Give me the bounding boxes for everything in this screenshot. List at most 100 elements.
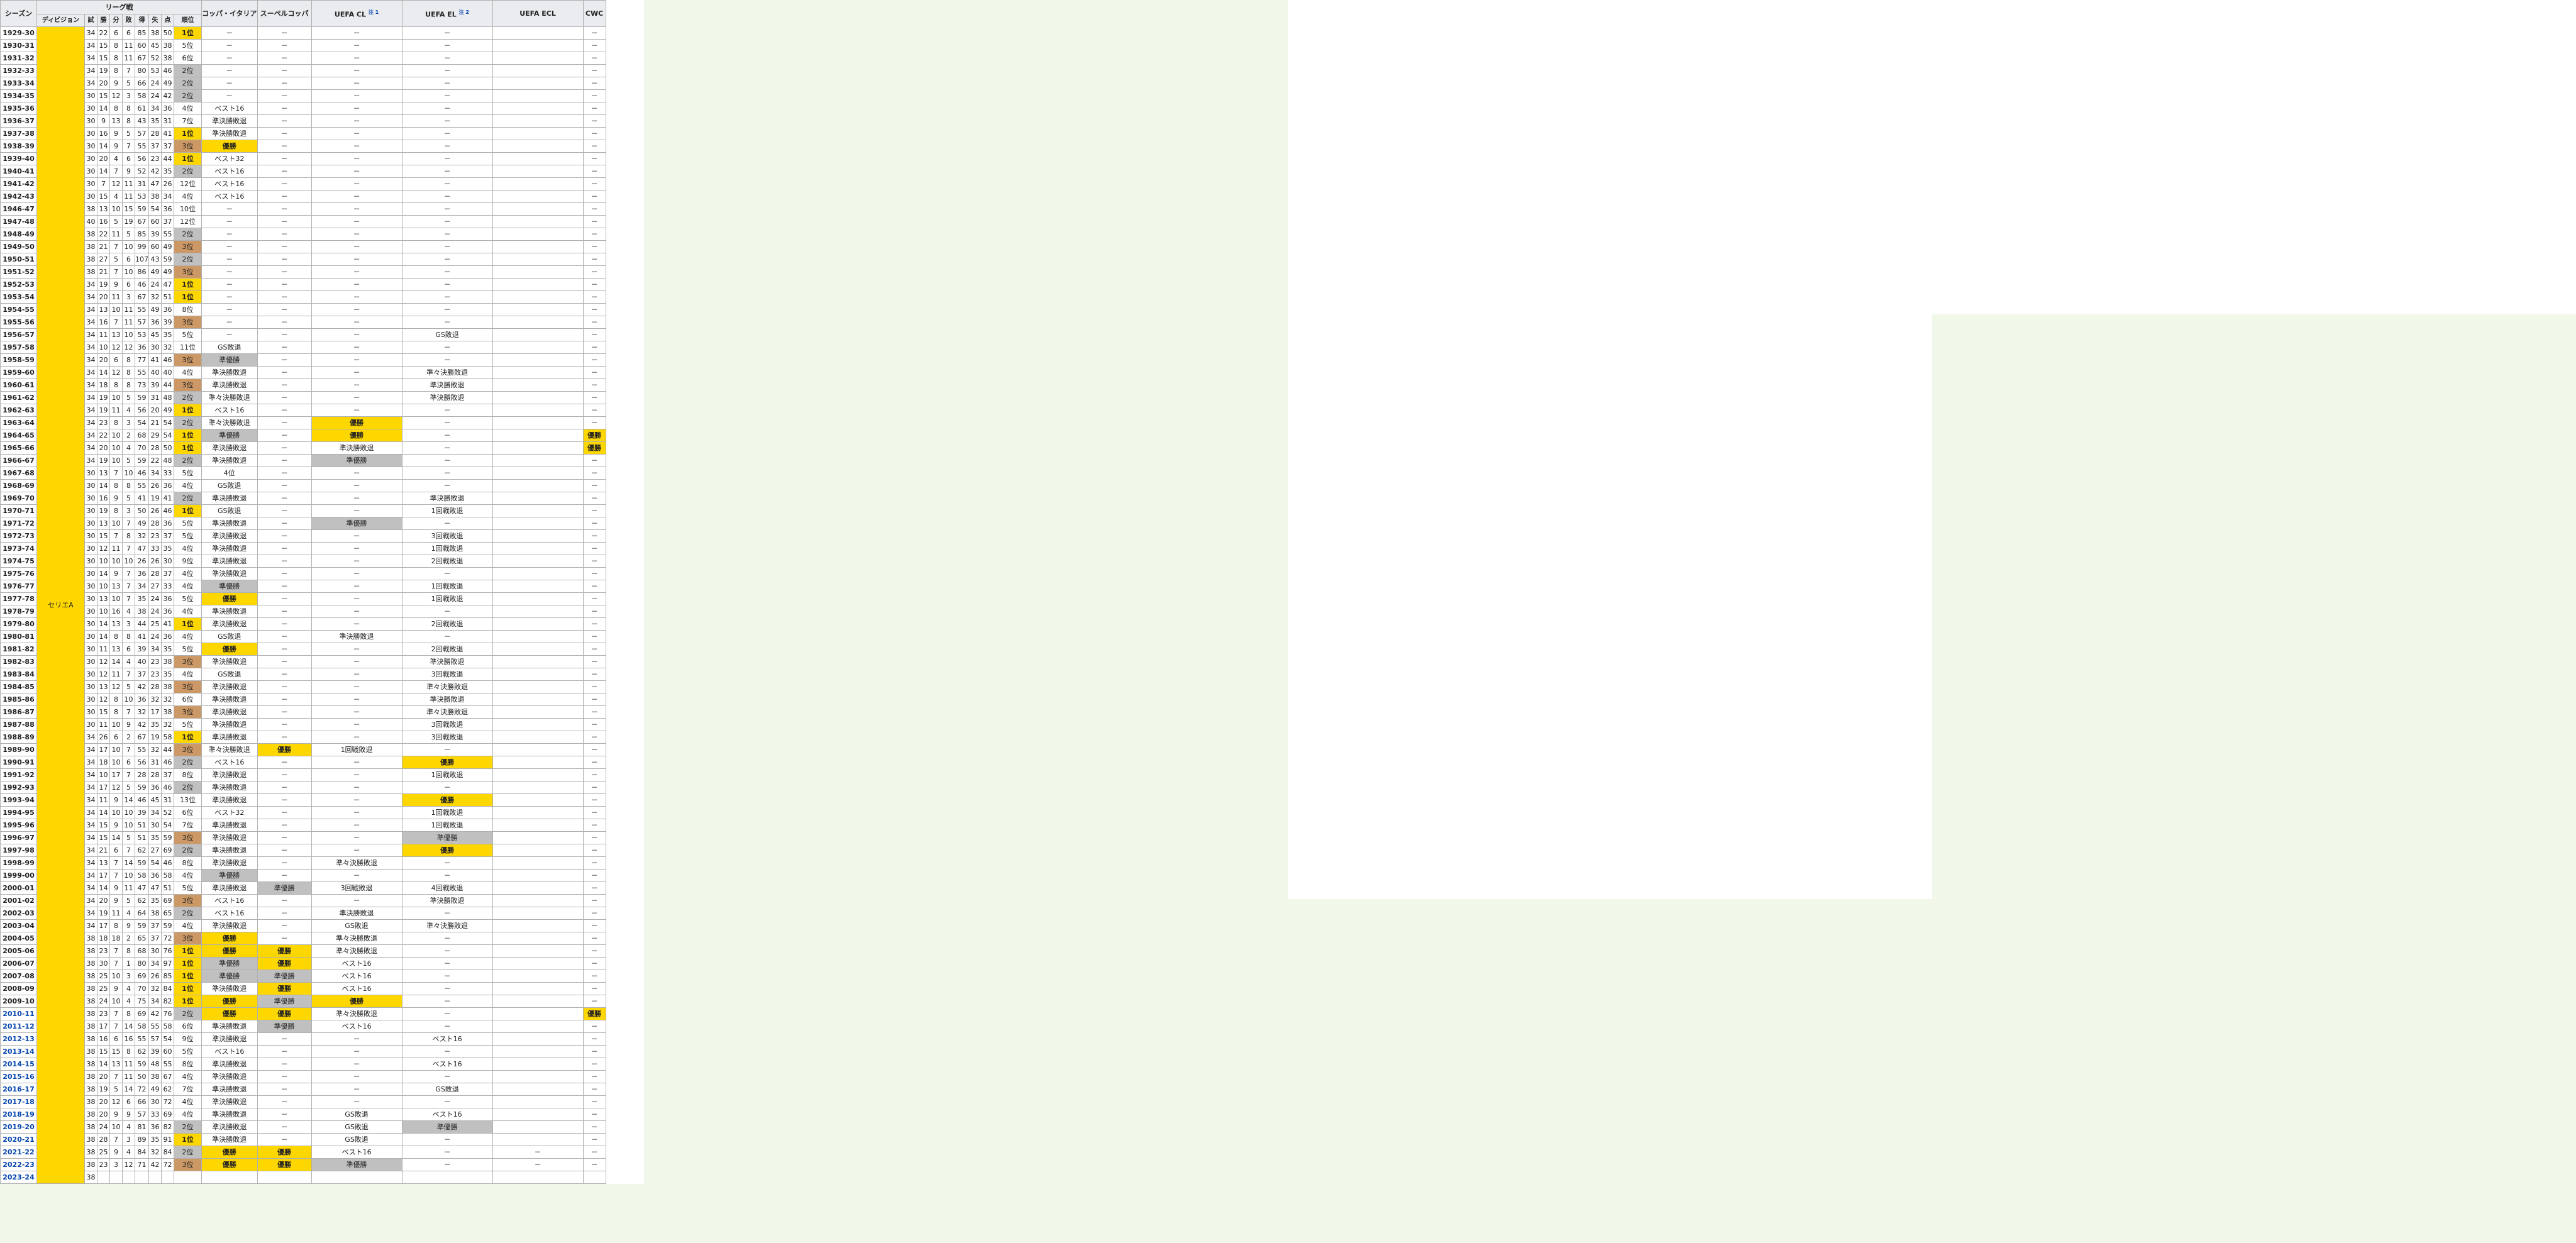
stat-won: 12: [97, 693, 110, 706]
season-cell[interactable]: 2023-24: [0, 1171, 37, 1184]
stat-goals-for: 32: [135, 705, 149, 719]
stat-won: 19: [97, 404, 110, 417]
cwc-result: －: [582, 705, 606, 719]
stat-drawn: 8: [109, 705, 123, 719]
ucl-result: －: [311, 605, 402, 618]
season-cell[interactable]: 2020-21: [0, 1133, 37, 1146]
stat-lost: 6: [122, 1095, 135, 1108]
ucl-result: 準々決勝敗退: [311, 944, 402, 958]
uel-result: －: [401, 869, 493, 882]
stat-points: 48: [161, 391, 174, 404]
stat-played: 30: [84, 567, 97, 580]
stat-drawn: 7: [109, 1070, 123, 1083]
ucl-result: －: [311, 781, 402, 794]
uecl-result: [492, 404, 584, 417]
uel-result: －: [401, 404, 493, 417]
cwc-result: －: [582, 856, 606, 870]
uel-result: －: [401, 982, 493, 995]
uel-result: －: [401, 127, 493, 140]
stat-goals-for: 67: [135, 290, 149, 304]
season-cell: 1996-97: [0, 831, 37, 844]
coppa-result: 準決勝敗退: [201, 366, 258, 379]
season-cell[interactable]: 2017-18: [0, 1095, 37, 1108]
supercoppa-result: －: [257, 768, 312, 782]
uel-result: 1回戦敗退: [401, 768, 493, 782]
ucl-result: －: [311, 680, 402, 693]
table-row: 1998-99 34 13 7 14 59 54 46 8位 準決勝敗退－準々決勝敗退－－: [0, 856, 606, 870]
stat-played: 30: [84, 680, 97, 693]
stat-goals-against: 28: [148, 680, 162, 693]
league-position: 1位: [174, 995, 202, 1008]
league-position: 5位: [174, 467, 202, 480]
season-cell[interactable]: 2018-19: [0, 1108, 37, 1121]
stat-goals-for: 36: [135, 567, 149, 580]
season-cell[interactable]: 2016-17: [0, 1083, 37, 1096]
stat-won: 15: [97, 190, 110, 203]
stat-points: 85: [161, 970, 174, 983]
stat-drawn: 12: [109, 781, 123, 794]
stat-won: 20: [97, 77, 110, 90]
uel-result: 準々決勝敗退: [401, 680, 493, 693]
stat-lost: 9: [122, 919, 135, 932]
stat-lost: 11: [122, 39, 135, 52]
stat-lost: 7: [122, 743, 135, 756]
ucl-result: －: [311, 202, 402, 216]
season-cell[interactable]: 2014-15: [0, 1058, 37, 1071]
stat-lost: 5: [122, 492, 135, 505]
stat-lost: 9: [122, 718, 135, 731]
table-row: 1932-33 34 19 8 7 80 53 46 2位－－－－－: [0, 64, 606, 77]
uecl-result: [492, 693, 584, 706]
supercoppa-result: －: [257, 77, 312, 90]
stat-points: 35: [161, 328, 174, 341]
season-cell: 1972-73: [0, 529, 37, 543]
stat-drawn: 7: [109, 957, 123, 970]
season-cell[interactable]: 2015-16: [0, 1070, 37, 1083]
uel-result: －: [401, 278, 493, 291]
stat-won: 11: [97, 718, 110, 731]
coppa-result: －: [201, 202, 258, 216]
season-cell: 1949-50: [0, 240, 37, 253]
cwc-result: －: [582, 806, 606, 819]
stat-played: 34: [84, 303, 97, 316]
stat-goals-against: 28: [148, 517, 162, 530]
stat-goals-against: 30: [148, 341, 162, 354]
stat-lost: 6: [122, 253, 135, 266]
coppa-result: －: [201, 303, 258, 316]
stat-goals-for: 57: [135, 127, 149, 140]
supercoppa-result: －: [257, 793, 312, 807]
season-cell[interactable]: 2012-13: [0, 1032, 37, 1046]
season-cell: 1968-69: [0, 479, 37, 492]
uecl-result: [492, 353, 584, 367]
stat-won: 13: [97, 467, 110, 480]
league-position: 7位: [174, 114, 202, 128]
note-2-link[interactable]: 注 2: [459, 9, 469, 15]
stat-drawn: 12: [109, 1095, 123, 1108]
season-cell[interactable]: 2013-14: [0, 1045, 37, 1058]
supercoppa-result: －: [257, 1095, 312, 1108]
season-cell[interactable]: 2022-23: [0, 1158, 37, 1171]
stat-drawn: 3: [109, 1158, 123, 1171]
season-cell[interactable]: 2010-11: [0, 1007, 37, 1020]
division-cell[interactable]: セリエA: [36, 26, 85, 1184]
season-cell[interactable]: 2019-20: [0, 1120, 37, 1134]
season-cell[interactable]: 2021-22: [0, 1146, 37, 1159]
supercoppa-result: －: [257, 404, 312, 417]
stat-points: 39: [161, 316, 174, 329]
season-cell[interactable]: 2011-12: [0, 1020, 37, 1033]
stat-won: 14: [97, 102, 110, 115]
stat-goals-against: 35: [148, 1133, 162, 1146]
stat-goals-against: 35: [148, 718, 162, 731]
uecl-result: [492, 265, 584, 279]
supercoppa-result: －: [257, 26, 312, 40]
stat-goals-for: 73: [135, 378, 149, 392]
stat-drawn: 8: [109, 693, 123, 706]
coppa-result: －: [201, 52, 258, 65]
cwc-result: －: [582, 881, 606, 895]
ghost-panel-middle: [1288, 0, 1932, 899]
uel-result: －: [401, 228, 493, 241]
note-1-link[interactable]: 注 1: [369, 9, 379, 15]
coppa-result: 準々決勝敗退: [201, 416, 258, 429]
supercoppa-result: －: [257, 265, 312, 279]
league-position: 5位: [174, 517, 202, 530]
supercoppa-result: －: [257, 215, 312, 228]
